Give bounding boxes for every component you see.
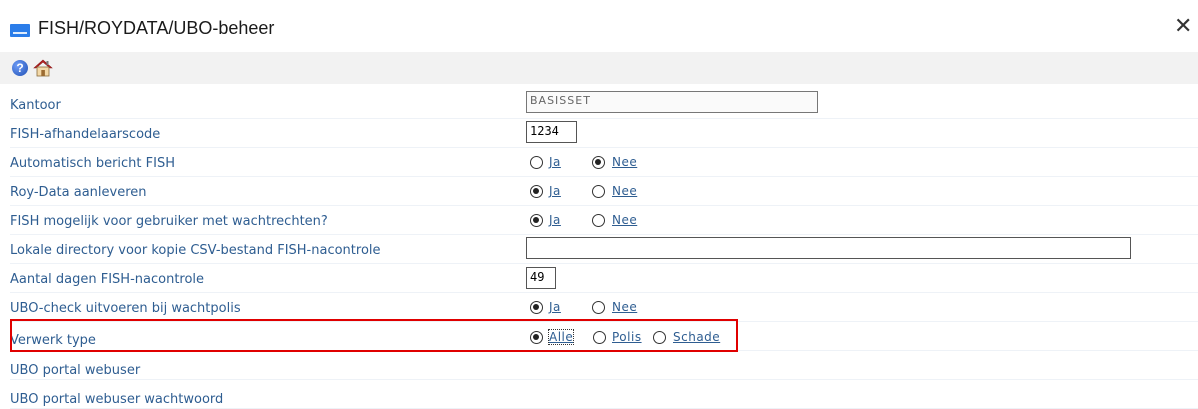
row-lokale-directory: Lokale directory voor kopie CSV-bestand … [0, 235, 1198, 264]
automatisch-bericht-nee-label[interactable]: Nee [612, 155, 637, 169]
row-fish-mogelijk: FISH mogelijk voor gebruiker met wachtre… [0, 206, 1198, 235]
ubo-check-nee-label[interactable]: Nee [612, 300, 637, 314]
row-fish-afhandelaarscode: FISH-afhandelaarscode 1234 [0, 119, 1198, 148]
window-title: FISH/ROYDATA/UBO-beheer [38, 18, 275, 38]
roy-data-nee-label[interactable]: Nee [612, 184, 637, 198]
roy-data-ja-radio[interactable] [530, 185, 543, 198]
ubo-check-ja-radio[interactable] [530, 301, 543, 314]
roy-data-ja-label[interactable]: Ja [549, 184, 561, 198]
label-aantal-dagen: Aantal dagen FISH-nacontrole [10, 272, 205, 287]
label-fish-mogelijk: FISH mogelijk voor gebruiker met wachtre… [10, 214, 328, 229]
label-automatisch-bericht: Automatisch bericht FISH [10, 156, 175, 171]
fish-afhandelaarscode-field[interactable]: 1234 [526, 121, 577, 143]
label-roy-data: Roy-Data aanleveren [10, 185, 147, 200]
help-icon[interactable]: ? [12, 60, 28, 76]
label-fish-afhandelaarscode: FISH-afhandelaarscode [10, 127, 161, 142]
verwerk-type-highlight [10, 319, 738, 352]
aantal-dagen-field[interactable]: 49 [526, 267, 556, 289]
automatisch-bericht-ja-radio[interactable] [530, 156, 543, 169]
label-ubo-webuser: UBO portal webuser [10, 363, 141, 378]
row-aantal-dagen: Aantal dagen FISH-nacontrole 49 [0, 264, 1198, 293]
row-roy-data: Roy-Data aanleveren Ja Nee [0, 177, 1198, 206]
roy-data-nee-radio[interactable] [592, 185, 605, 198]
row-kantoor: Kantoor BASISSET [0, 90, 1198, 119]
home-icon[interactable] [33, 58, 53, 78]
label-ubo-wachtwoord: UBO portal webuser wachtwoord [10, 392, 224, 407]
fish-mogelijk-nee-label[interactable]: Nee [612, 213, 637, 227]
app-logo-icon [10, 24, 30, 37]
title-bar: FISH/ROYDATA/UBO-beheer ✕ [0, 0, 1198, 52]
label-ubo-check: UBO-check uitvoeren bij wachtpolis [10, 301, 241, 316]
label-lokale-directory: Lokale directory voor kopie CSV-bestand … [10, 243, 381, 258]
row-ubo-check: UBO-check uitvoeren bij wachtpolis Ja Ne… [0, 293, 1198, 322]
fish-mogelijk-nee-radio[interactable] [592, 214, 605, 227]
row-ubo-wachtwoord: UBO portal webuser wachtwoord [0, 380, 1198, 409]
fish-mogelijk-ja-label[interactable]: Ja [549, 213, 561, 227]
close-icon[interactable]: ✕ [1174, 14, 1192, 40]
ubo-check-ja-label[interactable]: Ja [549, 300, 561, 314]
row-ubo-webuser: UBO portal webuser [0, 351, 1198, 380]
kantoor-field: BASISSET [526, 91, 818, 113]
automatisch-bericht-ja-label[interactable]: Ja [549, 155, 561, 169]
lokale-directory-field[interactable] [526, 237, 1131, 259]
toolbar [0, 52, 1198, 84]
row-automatisch-bericht: Automatisch bericht FISH Ja Nee [0, 148, 1198, 177]
label-kantoor: Kantoor [10, 98, 61, 113]
settings-form: Kantoor BASISSET FISH-afhandelaarscode 1… [0, 90, 1198, 409]
fish-mogelijk-ja-radio[interactable] [530, 214, 543, 227]
ubo-check-nee-radio[interactable] [592, 301, 605, 314]
automatisch-bericht-nee-radio[interactable] [592, 156, 605, 169]
